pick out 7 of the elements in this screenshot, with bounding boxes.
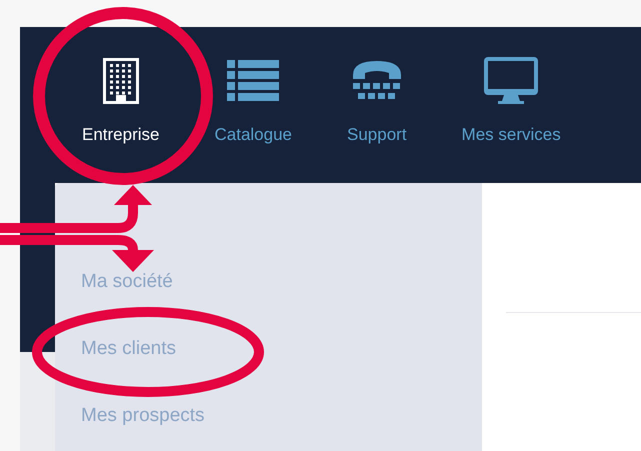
list-icon [227,60,280,102]
nav-tab[interactable]: Support [347,27,407,183]
nav-tab[interactable]: Catalogue [214,27,292,183]
nav-tab[interactable]: Mes services [462,27,561,183]
monitor-icon [484,57,538,105]
nav-tab[interactable]: Entreprise [82,27,160,183]
building-icon [100,57,141,105]
